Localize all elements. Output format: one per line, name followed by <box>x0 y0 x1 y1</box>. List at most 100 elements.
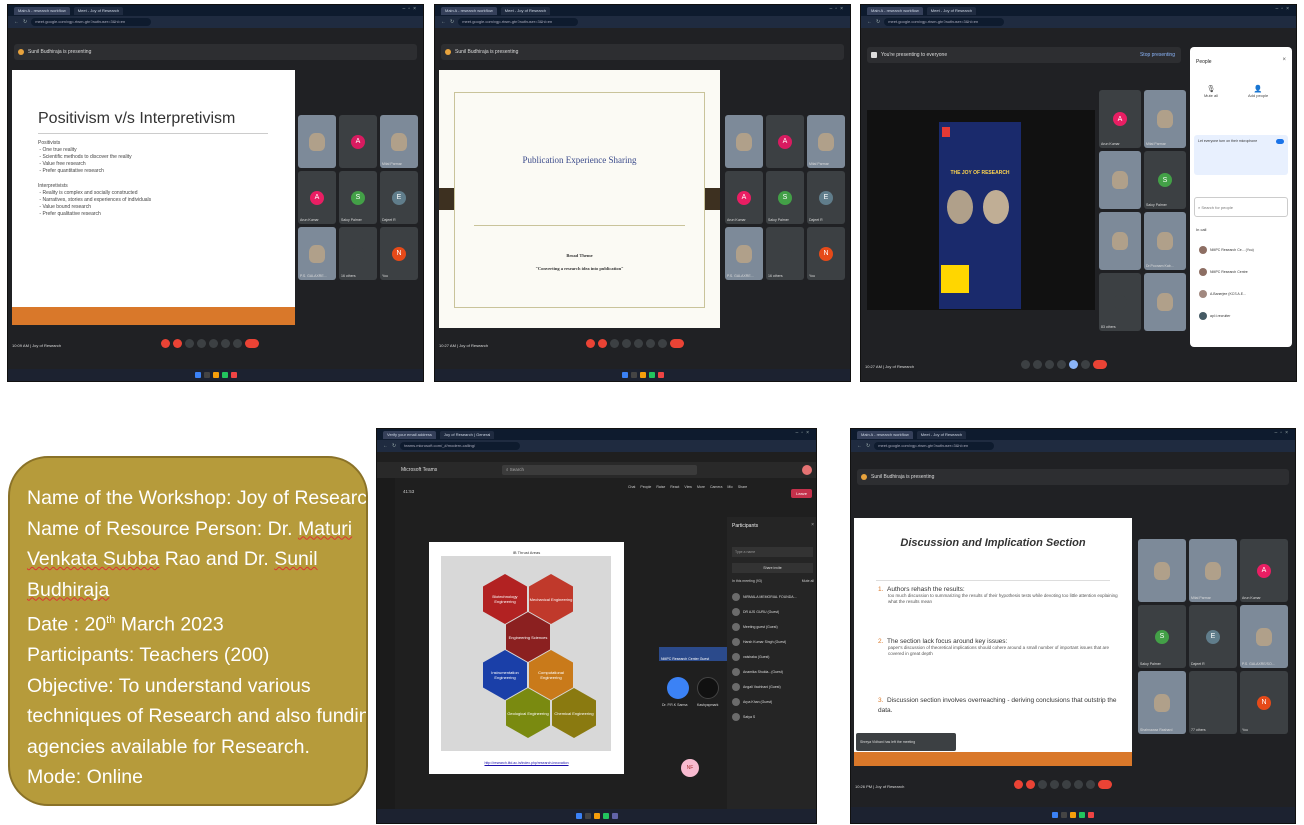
list-item[interactable]: Anamika Shukla...(Guest) <box>727 664 816 679</box>
raise-hand-button[interactable] <box>221 339 230 348</box>
raise-hand-button[interactable] <box>646 339 655 348</box>
participant-tile[interactable]: P.S. GALAXRE/SO... <box>1240 605 1288 668</box>
participant-tile[interactable] <box>725 115 763 168</box>
list-item[interactable]: Harsh Kumar Singh (Guest) <box>727 634 816 649</box>
camera-off-button[interactable] <box>598 339 607 348</box>
people-search-input[interactable]: ⌕ Search for people <box>1194 197 1288 217</box>
leave-call-button[interactable] <box>245 339 259 348</box>
participant-tile[interactable]: Mital Parmar <box>380 115 418 168</box>
url-field[interactable]: teams.microsoft.com/_#/modern-calling/ <box>400 442 521 450</box>
browser-tab[interactable]: Meet - Joy of Research <box>500 6 551 15</box>
list-item[interactable]: A.Banerjee (KCS A.E... <box>1194 283 1288 305</box>
captions-button[interactable] <box>1045 360 1054 369</box>
mic-button[interactable] <box>1021 360 1030 369</box>
participant-tile[interactable]: S Saloy Palmer <box>339 171 377 224</box>
more-options-button[interactable] <box>658 339 667 348</box>
present-button[interactable] <box>1069 360 1078 369</box>
participant-tile[interactable] <box>1099 151 1141 209</box>
teams-icon[interactable] <box>611 813 618 819</box>
search-icon[interactable] <box>1061 812 1067 818</box>
mute-all-button[interactable]: 🎙 Mute all <box>1204 85 1218 98</box>
browser-tab[interactable]: Main A - research workflow <box>14 6 70 15</box>
participant-tile[interactable] <box>298 115 336 168</box>
folder-icon[interactable] <box>1070 812 1076 818</box>
participant-tile[interactable]: A Arun Kumar <box>1099 90 1141 148</box>
raise-hand-button[interactable]: Raise <box>656 485 665 489</box>
participant-tile[interactable]: Shahnawaz Rashard <box>1138 671 1186 734</box>
participant-search-input[interactable]: Type a name <box>732 547 813 557</box>
captions-button[interactable] <box>185 339 194 348</box>
back-icon[interactable]: ← <box>867 19 872 25</box>
participant-tile[interactable]: E Dajeet R <box>807 171 845 224</box>
react-button[interactable]: React <box>670 485 679 489</box>
camera-button[interactable]: Camera <box>710 485 722 489</box>
camera-off-button[interactable] <box>1026 780 1035 789</box>
participant-tile[interactable]: Mital Parmar <box>807 115 845 168</box>
participant-tile[interactable]: Mital Parmar <box>1189 539 1237 602</box>
more-button[interactable]: More <box>697 485 705 489</box>
start-icon[interactable] <box>194 372 201 378</box>
source-link[interactable]: http://research.iitd.ac.in/index.php/res… <box>429 761 624 765</box>
participant-tile[interactable]: A Arun Kumar <box>298 171 336 224</box>
participant-tile[interactable]: 77 others <box>1189 671 1237 734</box>
captions-button[interactable] <box>610 339 619 348</box>
mute-all-button[interactable]: Mute all <box>802 579 814 583</box>
participant-tile[interactable] <box>1138 539 1186 602</box>
present-button[interactable] <box>209 339 218 348</box>
list-item[interactable]: Arpa Khan (Guest) <box>727 694 816 709</box>
list-item[interactable]: DR AJS GURU (Guest) <box>727 604 816 619</box>
participant-tile[interactable]: P.S. GALAXRE... <box>725 227 763 280</box>
participant-tile[interactable]: 16 others <box>766 227 804 280</box>
camera-off-button[interactable] <box>173 339 182 348</box>
share-button[interactable]: Share <box>738 485 747 489</box>
participant-tile[interactable]: P.S. GALAXRE... <box>298 227 336 280</box>
participant-tile[interactable]: Dr.Poonam Kab... <box>1144 212 1186 270</box>
mic-permission-toggle[interactable]: Let everyone turn on their microphone <box>1194 135 1288 175</box>
list-item[interactable]: NIRMALA MEMORIAL FOUNDA... <box>727 589 816 604</box>
leave-call-button[interactable] <box>670 339 684 348</box>
captions-button[interactable] <box>1038 780 1047 789</box>
back-icon[interactable]: ← <box>383 443 388 449</box>
list-item[interactable]: apl.t.recruiter <box>1194 305 1288 327</box>
window-controls[interactable]: –▫× <box>796 430 812 436</box>
browser-tab[interactable]: Main A - research workflow <box>441 6 497 15</box>
participant-tile[interactable]: A Arun Kumar <box>725 171 763 224</box>
window-controls[interactable]: –▫× <box>1275 430 1291 436</box>
participant-tile[interactable]: E Dajeet R <box>1189 605 1237 668</box>
browser-tab[interactable]: Joy of Research | General <box>439 430 495 439</box>
stop-presenting-button[interactable]: Stop presenting <box>1140 52 1175 58</box>
window-controls[interactable]: –▫× <box>830 6 846 12</box>
app-icon[interactable] <box>1088 812 1094 818</box>
leave-call-button[interactable] <box>1098 780 1112 789</box>
reload-icon[interactable]: ↻ <box>866 443 870 449</box>
folder-icon[interactable] <box>639 372 646 378</box>
participant-tile[interactable]: A <box>339 115 377 168</box>
participant-tile[interactable]: N You <box>807 227 845 280</box>
participant-tile[interactable]: N You <box>380 227 418 280</box>
mic-off-button[interactable] <box>161 339 170 348</box>
participant-tile[interactable]: A <box>766 115 804 168</box>
reload-icon[interactable]: ↻ <box>450 19 454 25</box>
folder-icon[interactable] <box>212 372 219 378</box>
start-icon[interactable] <box>575 813 582 819</box>
start-icon[interactable] <box>1052 812 1058 818</box>
present-button[interactable] <box>1062 780 1071 789</box>
url-field[interactable]: meet.google.com/vgp-rtwm-gtn?authuser=3&… <box>884 18 1005 26</box>
participant-tile[interactable]: 16 others <box>339 227 377 280</box>
teams-search-input[interactable]: ⌕ Search <box>502 465 697 475</box>
app-icon[interactable] <box>230 372 237 378</box>
url-field[interactable]: meet.google.com/vgp-rtwm-gtn?authuser=3&… <box>458 18 579 26</box>
browser-tab[interactable]: Verify your email address <box>383 430 436 439</box>
url-field[interactable]: meet.google.com/vgp-rtwm-gtn?authuser=3&… <box>874 442 995 450</box>
app-icon[interactable] <box>657 372 664 378</box>
list-item[interactable]: NMPC Research Ce... (You) <box>1194 239 1288 261</box>
chat-button[interactable]: Chat <box>628 485 635 489</box>
raise-hand-button[interactable] <box>1074 780 1083 789</box>
close-icon[interactable]: × <box>811 522 814 528</box>
back-icon[interactable]: ← <box>14 19 19 25</box>
start-icon[interactable] <box>621 372 628 378</box>
leave-call-button[interactable] <box>1093 360 1107 369</box>
window-controls[interactable]: –▫× <box>1276 6 1292 12</box>
browser-tab[interactable]: Meet - Joy of Research <box>916 430 967 439</box>
participant-tile[interactable]: S Saloy Palmer <box>1138 605 1186 668</box>
